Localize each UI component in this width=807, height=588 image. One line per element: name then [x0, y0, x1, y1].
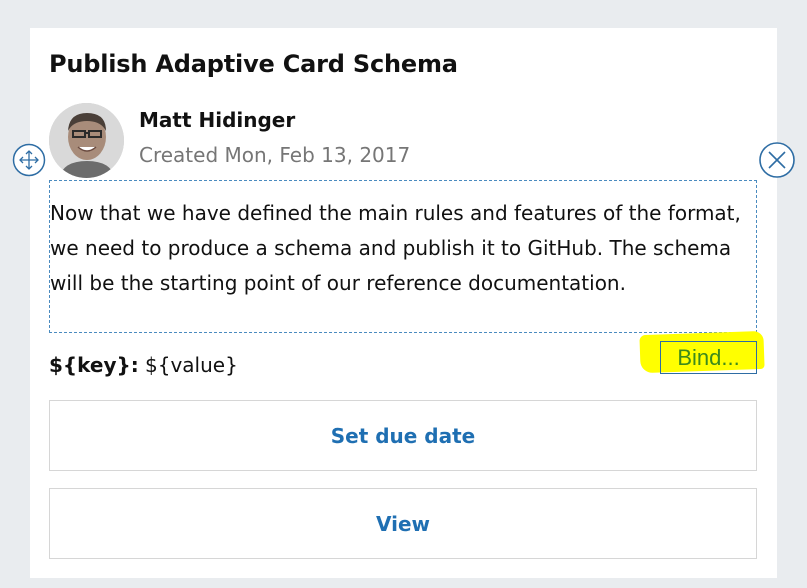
- close-icon[interactable]: [758, 141, 796, 179]
- card-title: Publish Adaptive Card Schema: [49, 50, 458, 78]
- card-body-text: Now that we have defined the main rules …: [50, 201, 741, 295]
- avatar-photo-icon: [49, 103, 124, 178]
- fact-key: ${key}:: [49, 353, 139, 377]
- avatar: [49, 103, 124, 178]
- fact-value: ${value}: [145, 353, 238, 377]
- author-name: Matt Hidinger: [139, 108, 296, 132]
- bind-button[interactable]: Bind...: [660, 341, 757, 374]
- move-arrows-icon[interactable]: [12, 143, 46, 177]
- view-button[interactable]: View: [49, 488, 757, 559]
- set-due-date-button[interactable]: Set due date: [49, 400, 757, 471]
- created-date: Created Mon, Feb 13, 2017: [139, 143, 411, 167]
